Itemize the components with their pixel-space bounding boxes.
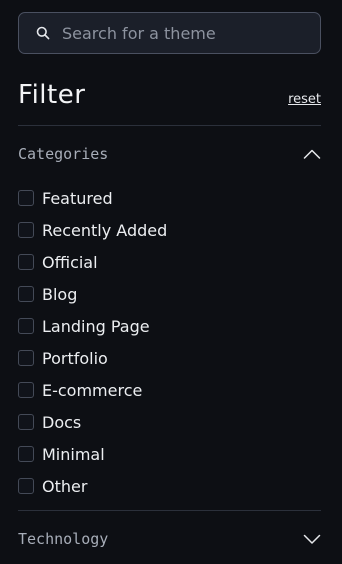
checkbox[interactable]: [18, 254, 34, 270]
category-label: Landing Page: [42, 316, 150, 336]
theme-filter-panel: Filter reset Categories Featured Recentl…: [0, 0, 342, 564]
category-item-other[interactable]: Other: [18, 470, 321, 502]
category-item-official[interactable]: Official: [18, 246, 321, 278]
category-label: E-commerce: [42, 380, 143, 400]
filter-header: Filter reset: [18, 80, 321, 112]
section-title: Technology: [18, 530, 109, 548]
section-header-technology[interactable]: Technology: [18, 528, 321, 550]
category-item-featured[interactable]: Featured: [18, 182, 321, 214]
category-label: Official: [42, 252, 98, 272]
checkbox[interactable]: [18, 350, 34, 366]
category-label: Blog: [42, 284, 78, 304]
category-item-minimal[interactable]: Minimal: [18, 438, 321, 470]
category-item-portfolio[interactable]: Portfolio: [18, 342, 321, 374]
checkbox[interactable]: [18, 318, 34, 334]
category-label: Minimal: [42, 444, 105, 464]
filter-title: Filter: [18, 80, 86, 110]
chevron-up-icon[interactable]: [303, 148, 321, 160]
reset-link[interactable]: reset: [288, 92, 321, 107]
category-list: Featured Recently Added Official Blog La…: [18, 182, 321, 502]
checkbox[interactable]: [18, 190, 34, 206]
section-header-categories[interactable]: Categories: [18, 143, 321, 165]
category-label: Other: [42, 476, 88, 496]
category-item-docs[interactable]: Docs: [18, 406, 321, 438]
category-label: Featured: [42, 188, 113, 208]
divider: [18, 125, 321, 126]
search-input[interactable]: [62, 13, 302, 53]
category-item-e-commerce[interactable]: E-commerce: [18, 374, 321, 406]
checkbox[interactable]: [18, 382, 34, 398]
checkbox[interactable]: [18, 414, 34, 430]
category-label: Recently Added: [42, 220, 168, 240]
category-item-blog[interactable]: Blog: [18, 278, 321, 310]
checkbox[interactable]: [18, 478, 34, 494]
divider: [18, 510, 321, 511]
checkbox[interactable]: [18, 446, 34, 462]
category-label: Portfolio: [42, 348, 108, 368]
search-icon: [36, 26, 50, 40]
category-label: Docs: [42, 412, 82, 432]
category-item-recently-added[interactable]: Recently Added: [18, 214, 321, 246]
category-item-landing-page[interactable]: Landing Page: [18, 310, 321, 342]
checkbox[interactable]: [18, 222, 34, 238]
section-title: Categories: [18, 145, 109, 163]
chevron-down-icon[interactable]: [303, 533, 321, 545]
search-box[interactable]: [18, 12, 321, 54]
checkbox[interactable]: [18, 286, 34, 302]
